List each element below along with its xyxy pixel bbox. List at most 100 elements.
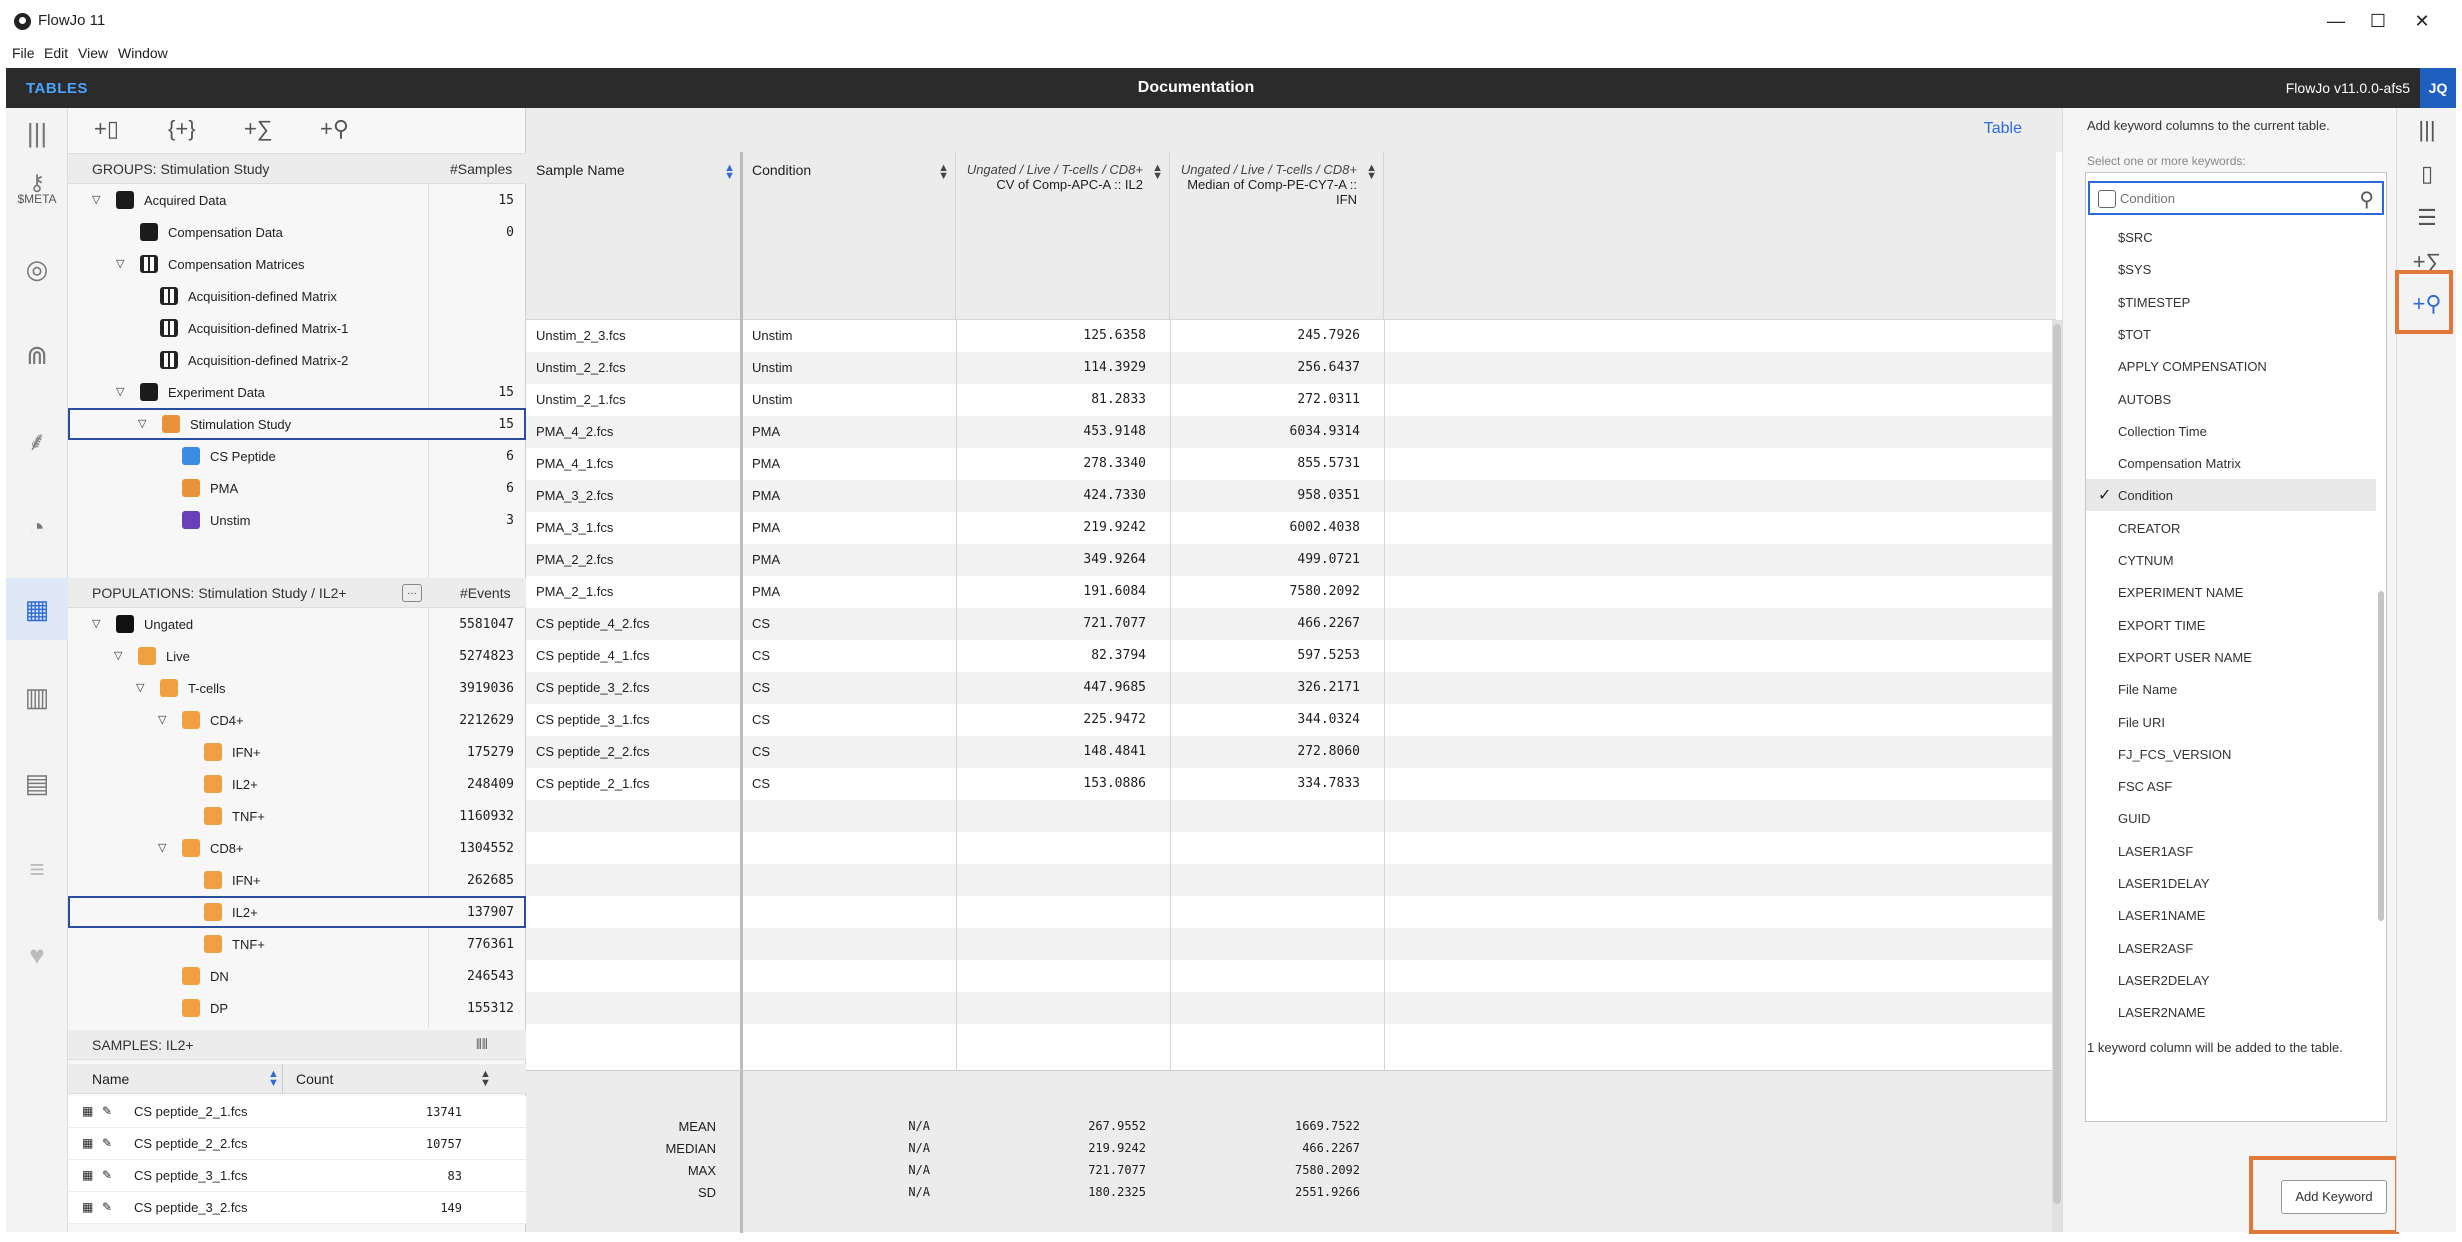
keyword-item[interactable]: $SYS: [2086, 253, 2376, 285]
table-scrollbar[interactable]: [2052, 320, 2062, 1232]
keyword-item[interactable]: LASER1ASF: [2086, 835, 2376, 867]
list-icon[interactable]: ≡: [16, 848, 58, 890]
table-row[interactable]: CS peptide_4_1.fcs CS 82.3794 597.5253: [526, 640, 2056, 672]
bar-chart-icon[interactable]: ▥: [16, 676, 58, 718]
table-row[interactable]: PMA_4_1.fcs PMA 278.3340 855.5731: [526, 448, 2056, 480]
table-row[interactable]: CS peptide_3_2.fcs CS 447.9685 326.2171: [526, 672, 2056, 704]
edit-icon[interactable]: ✎: [102, 1168, 112, 1182]
table-row[interactable]: PMA_3_1.fcs PMA 219.9242 6002.4038: [526, 512, 2056, 544]
tree-row-matrix[interactable]: Acquisition-defined Matrix: [68, 280, 526, 312]
sample-row[interactable]: ▦ ✎ CS peptide_2_2.fcs 10757: [68, 1128, 526, 1160]
keyword-item[interactable]: File Name: [2086, 673, 2376, 705]
pop-row-dn[interactable]: DN 246543: [68, 960, 526, 992]
add-keyword-button[interactable]: Add Keyword: [2281, 1180, 2387, 1214]
table-label[interactable]: Table: [1984, 120, 2022, 138]
gating-icon[interactable]: ⸙: [16, 420, 58, 462]
menu-edit[interactable]: Edit: [44, 45, 68, 61]
tree-row-matrix-2[interactable]: Acquisition-defined Matrix-2: [68, 344, 526, 376]
pop-row-cd4-tnf[interactable]: TNF+ 1160932: [68, 800, 526, 832]
menu-file[interactable]: File: [12, 45, 35, 61]
table-row[interactable]: Unstim_2_2.fcs Unstim 114.3929 256.6437: [526, 352, 2056, 384]
col-condition[interactable]: Condition ▲ ▼: [742, 152, 956, 320]
tree-row-unstim[interactable]: Unstim 3: [68, 504, 526, 536]
tree-row-cs-peptide[interactable]: CS Peptide 6: [68, 440, 526, 472]
menu-window[interactable]: Window: [118, 45, 168, 61]
pop-row-cd8[interactable]: ▽ CD8+ 1304552: [68, 832, 526, 864]
keyword-item[interactable]: $SRC: [2086, 221, 2376, 253]
keyword-item[interactable]: FJ_FCS_VERSION: [2086, 738, 2376, 770]
sort-icon[interactable]: ▲ ▼: [938, 163, 949, 182]
col-cv-il2[interactable]: Ungated / Live / T-cells / CD8+ CV of Co…: [956, 152, 1170, 320]
table-row[interactable]: Unstim_2_1.fcs Unstim 81.2833 272.0311: [526, 384, 2056, 416]
tree-row-stimulation-study[interactable]: ▽ Stimulation Study 15: [68, 408, 526, 440]
edit-icon[interactable]: ✎: [102, 1200, 112, 1214]
keyword-item[interactable]: GUID: [2086, 802, 2376, 834]
table-row[interactable]: CS peptide_2_2.fcs CS 148.4841 272.8060: [526, 736, 2056, 768]
pop-row-t-cells[interactable]: ▽ T-cells 3919036: [68, 672, 526, 704]
table-row[interactable]: PMA_4_2.fcs PMA 453.9148 6034.9314: [526, 416, 2056, 448]
pop-row-live[interactable]: ▽ Live 5274823: [68, 640, 526, 672]
keyword-item[interactable]: EXPORT USER NAME: [2086, 641, 2376, 673]
keyword-search-input[interactable]: [2120, 188, 2340, 208]
tube-check-icon[interactable]: ◎: [16, 248, 58, 290]
table-row[interactable]: Unstim_2_3.fcs Unstim 125.6358 245.7926: [526, 320, 2056, 352]
menu-view[interactable]: View: [78, 45, 108, 61]
table-row[interactable]: CS peptide_2_1.fcs CS 153.0886 334.7833: [526, 768, 2056, 800]
add-keyword-icon[interactable]: +⚲: [320, 116, 349, 142]
sort-icon[interactable]: ▲ ▼: [480, 1069, 491, 1089]
keyword-item[interactable]: Compensation Matrix: [2086, 447, 2376, 479]
table-icon[interactable]: ▦: [6, 578, 68, 640]
sample-row[interactable]: ▦ ✎ CS peptide_3_1.fcs 83: [68, 1160, 526, 1192]
keyword-item[interactable]: APPLY COMPENSATION: [2086, 350, 2376, 382]
heart-icon[interactable]: ♥: [16, 934, 58, 976]
keyword-item[interactable]: FSC ASF: [2086, 770, 2376, 802]
pop-row-cd4[interactable]: ▽ CD4+ 2212629: [68, 704, 526, 736]
edit-icon[interactable]: ✎: [102, 1136, 112, 1150]
plot-icon[interactable]: ◔: [16, 506, 58, 548]
pop-row-cd8-ifn[interactable]: IFN+ 262685: [68, 864, 526, 896]
pop-row-ungated[interactable]: ▽ Ungated 5581047: [68, 608, 526, 640]
minimize-button[interactable]: —: [2316, 8, 2356, 34]
keyword-item[interactable]: File URI: [2086, 706, 2376, 738]
table-row[interactable]: PMA_3_2.fcs PMA 424.7330 958.0351: [526, 480, 2056, 512]
document-icon[interactable]: ▯: [2411, 158, 2443, 190]
column-chooser-icon[interactable]: ⫴⫴: [476, 1036, 488, 1053]
keyword-item[interactable]: EXPORT TIME: [2086, 609, 2376, 641]
pop-row-dp[interactable]: DP 155312: [68, 992, 526, 1024]
keyword-item[interactable]: Collection Time: [2086, 415, 2376, 447]
add-sample-icon[interactable]: +▯: [94, 116, 119, 142]
columns-icon[interactable]: |||: [2411, 114, 2443, 146]
tree-row-matrix-1[interactable]: Acquisition-defined Matrix-1: [68, 312, 526, 344]
col-sample-name[interactable]: Sample Name ▲ ▼: [526, 152, 742, 320]
pop-row-cd4-ifn[interactable]: IFN+ 175279: [68, 736, 526, 768]
keyword-search-box[interactable]: ⚲: [2088, 181, 2384, 215]
add-group-icon[interactable]: {+}: [168, 116, 196, 142]
pop-row-cd4-il2[interactable]: IL2+ 248409: [68, 768, 526, 800]
col-median-ifn[interactable]: Ungated / Live / T-cells / CD8+ Median o…: [1170, 152, 1384, 320]
keyword-item[interactable]: LASER1DELAY: [2086, 867, 2376, 899]
layout-icon[interactable]: ▤: [16, 762, 58, 804]
keyword-item[interactable]: $TIMESTEP: [2086, 286, 2376, 318]
tree-row-acquired-data[interactable]: ▽ Acquired Data 15: [68, 184, 526, 216]
maximize-button[interactable]: ☐: [2358, 8, 2398, 34]
tree-row-pma[interactable]: PMA 6: [68, 472, 526, 504]
sample-row[interactable]: ▦ ✎ CS peptide_3_2.fcs 149: [68, 1192, 526, 1224]
tree-row-compensation-data[interactable]: Compensation Data 0: [68, 216, 526, 248]
keyword-item[interactable]: CYTNUM: [2086, 544, 2376, 576]
keyword-item[interactable]: AUTOBS: [2086, 383, 2376, 415]
sample-row[interactable]: ▦ ✎ CS peptide_2_1.fcs 13741: [68, 1096, 526, 1128]
expand-icon[interactable]: …: [402, 584, 422, 602]
keyword-item[interactable]: LASER2DELAY: [2086, 964, 2376, 996]
pop-row-cd8-tnf[interactable]: TNF+ 776361: [68, 928, 526, 960]
keyword-item[interactable]: ✓ Condition: [2086, 479, 2376, 512]
user-avatar[interactable]: JQ: [2420, 68, 2456, 108]
sliders-icon[interactable]: ☰: [2411, 202, 2443, 234]
sort-icon[interactable]: ▲ ▼: [1152, 163, 1163, 182]
table-row[interactable]: CS peptide_4_2.fcs CS 721.7077 466.2267: [526, 608, 2056, 640]
edit-icon[interactable]: ✎: [102, 1104, 112, 1118]
tree-row-compensation-matrices[interactable]: ▽ Compensation Matrices: [68, 248, 526, 280]
keyword-item[interactable]: $TOT: [2086, 318, 2376, 350]
tree-row-experiment-data[interactable]: ▽ Experiment Data 15: [68, 376, 526, 408]
keyword-item[interactable]: EXPERIMENT NAME: [2086, 576, 2376, 608]
sort-icon[interactable]: ▲ ▼: [724, 163, 735, 182]
